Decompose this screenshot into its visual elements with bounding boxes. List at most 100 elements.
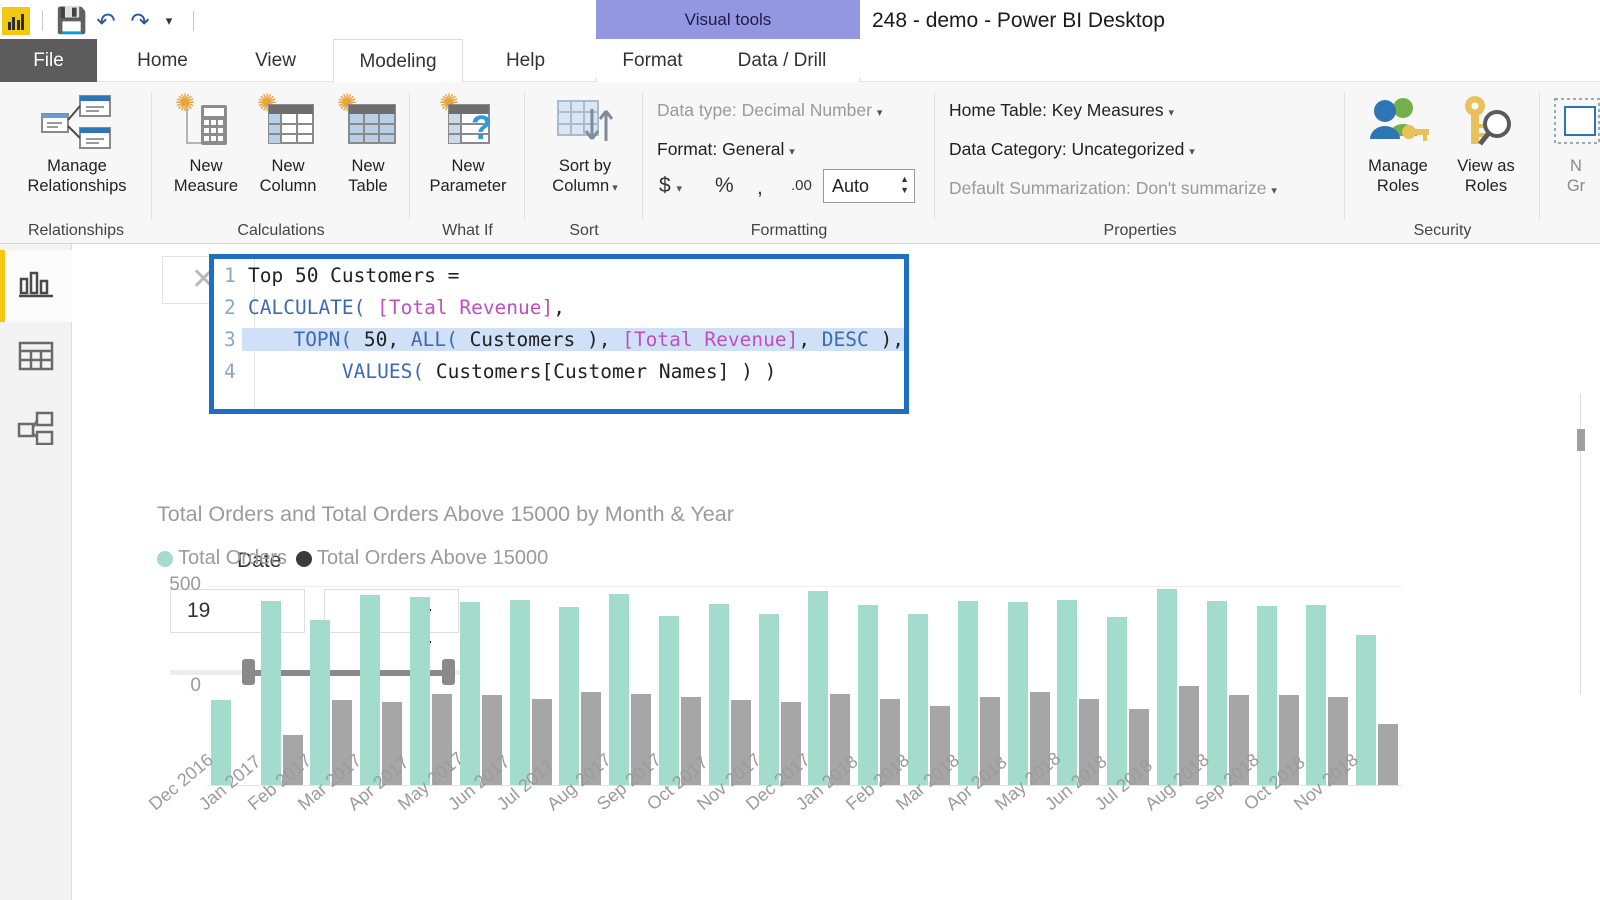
save-icon[interactable]: 💾 xyxy=(55,4,89,38)
chevron-down-icon[interactable]: ▾ xyxy=(1189,146,1195,158)
format-dropdown[interactable]: Format: General ▾ xyxy=(657,139,795,160)
ribbon-group-properties: Home Table: Key Measures ▾ Data Category… xyxy=(935,82,1345,244)
x-tick: Dec 2017 xyxy=(720,749,814,888)
tab-view[interactable]: View xyxy=(228,39,323,82)
chevron-down-icon[interactable]: ▾ xyxy=(1271,185,1277,197)
data-category-label: Data Category: Uncategorized xyxy=(949,139,1185,159)
chevron-down-icon[interactable]: ▾ xyxy=(789,146,795,158)
new-parameter-button[interactable]: ✺ ? New Parameter xyxy=(418,88,518,196)
bar[interactable] xyxy=(410,597,431,786)
new-group-button[interactable]: N Gr xyxy=(1546,88,1600,196)
tab-format[interactable]: Format xyxy=(600,39,705,82)
format-label: Format: General xyxy=(657,139,785,159)
tab-home[interactable]: Home xyxy=(110,39,215,82)
tab-file[interactable]: File xyxy=(0,39,97,82)
currency-format-button[interactable]: $ ▾ xyxy=(659,174,682,198)
dax-line[interactable]: 4 VALUES( Customers[Customer Names] ) ) xyxy=(214,355,904,387)
ng-line2: Gr xyxy=(1566,177,1586,195)
manage-relationships-icon xyxy=(10,88,144,156)
data-type-dropdown[interactable]: Data type: Decimal Number ▾ xyxy=(657,100,882,121)
sidebar-item-data-view[interactable] xyxy=(0,322,72,394)
quick-access-toolbar: 💾 ↶ ↷ ▾ xyxy=(0,0,206,42)
x-tick: Apr 2017 xyxy=(321,752,413,888)
x-tick: Jul 2017 xyxy=(471,755,558,888)
percent-format-button[interactable]: % xyxy=(715,174,734,198)
bar[interactable] xyxy=(360,594,381,786)
bar[interactable] xyxy=(310,619,331,786)
bar[interactable] xyxy=(1007,602,1028,786)
bar[interactable] xyxy=(1256,606,1277,786)
data-category-dropdown[interactable]: Data Category: Uncategorized ▾ xyxy=(949,139,1195,160)
thousands-separator-button[interactable]: , xyxy=(757,176,763,200)
bar-group[interactable] xyxy=(1103,586,1153,786)
x-tick: Jun 2018 xyxy=(1018,751,1111,888)
view-as-roles-icon xyxy=(1441,88,1531,156)
sidebar-item-report-view[interactable] xyxy=(0,250,72,322)
legend-item-total-orders[interactable]: Total Orders xyxy=(157,547,287,570)
bar-group[interactable] xyxy=(506,586,556,786)
bar[interactable] xyxy=(559,607,580,786)
default-summarization-dropdown[interactable]: Default Summarization: Don't summarize ▾ xyxy=(949,178,1277,199)
bar[interactable] xyxy=(1107,617,1128,786)
varole-line1: View as xyxy=(1457,157,1515,175)
customize-qat-icon[interactable]: ▾ xyxy=(157,4,181,38)
chevron-down-icon[interactable]: ▾ xyxy=(677,183,683,195)
scrollbar-thumb[interactable] xyxy=(1577,429,1585,451)
x-tick: Feb 2017 xyxy=(222,750,315,888)
bar[interactable] xyxy=(808,591,829,786)
dax-code: CALCULATE( [Total Revenue], xyxy=(248,295,566,319)
bar[interactable] xyxy=(609,593,630,786)
line-number: 1 xyxy=(224,263,236,287)
bar[interactable] xyxy=(708,603,729,786)
x-tick: Feb 2018 xyxy=(819,750,913,888)
undo-icon[interactable]: ↶ xyxy=(89,4,123,38)
ribbon-group-whatif: ✺ ? New Parameter What If xyxy=(410,82,525,244)
bar-group[interactable] xyxy=(1352,586,1402,786)
dax-formula-editor[interactable]: 1 Top 50 Customers = 2 CALCULATE( [Total Re… xyxy=(209,254,909,414)
redo-icon[interactable]: ↷ xyxy=(123,4,157,38)
bar[interactable] xyxy=(1378,723,1399,786)
tab-data-drill[interactable]: Data / Drill xyxy=(712,39,852,82)
mrole-line1: Manage xyxy=(1368,157,1428,175)
ribbon-group-relationships: Manage Relationships Relationships xyxy=(0,82,152,244)
bar[interactable] xyxy=(260,601,281,786)
decimal-places-button[interactable]: .00 xyxy=(791,177,812,194)
view-as-roles-button[interactable]: View as Roles xyxy=(1441,88,1531,196)
new-table-button[interactable]: ✺ New Table xyxy=(320,88,416,196)
view-switcher-rail xyxy=(0,244,72,900)
decimal-places-stepper[interactable]: Auto ▲ ▼ xyxy=(823,169,915,203)
bar[interactable] xyxy=(509,599,530,786)
sidebar-item-model-view[interactable] xyxy=(0,394,72,466)
group-label-security: Security xyxy=(1413,222,1472,239)
legend-label: Total Orders Above 15000 xyxy=(316,547,549,569)
sort-by-column-button[interactable]: Sort by Column ▾ xyxy=(535,88,635,198)
column-chart-visual[interactable]: Total Orders and Total Orders Above 1500… xyxy=(72,502,1402,900)
bar[interactable] xyxy=(957,601,978,786)
bar[interactable] xyxy=(908,613,929,786)
dax-line[interactable]: 1 Top 50 Customers = xyxy=(214,259,904,291)
bar[interactable] xyxy=(1206,601,1227,786)
bar[interactable] xyxy=(1306,604,1327,786)
chevron-down-icon[interactable]: ▾ xyxy=(609,182,618,194)
chevron-down-icon[interactable]: ▾ xyxy=(877,107,883,119)
model-relationships-icon xyxy=(17,411,55,450)
home-table-dropdown[interactable]: Home Table: Key Measures ▾ xyxy=(949,100,1174,121)
bar[interactable] xyxy=(858,604,879,786)
line-number: 3 xyxy=(224,327,236,351)
chevron-down-icon[interactable]: ▾ xyxy=(1169,107,1175,119)
bar[interactable] xyxy=(1157,588,1178,786)
x-tick: May 2018 xyxy=(969,748,1064,888)
tab-modeling[interactable]: Modeling xyxy=(333,39,463,82)
y-tick-500: 500 xyxy=(169,574,201,595)
dax-line[interactable]: 3 TOPN( 50, ALL( Customers ), [Total Rev… xyxy=(214,323,904,355)
stepper-arrows[interactable]: ▲ ▼ xyxy=(900,174,909,196)
dax-line[interactable]: 2 CALCULATE( [Total Revenue], xyxy=(214,291,904,323)
dax-code-lines: 1 Top 50 Customers = 2 CALCULATE( [Total Re… xyxy=(214,259,904,387)
legend-item-total-orders-above-15000[interactable]: Total Orders Above 15000 xyxy=(295,547,549,570)
manage-relationships-button[interactable]: Manage Relationships xyxy=(10,88,144,196)
new-parameter-icon: ✺ ? xyxy=(418,88,518,156)
manage-roles-button[interactable]: Manage Roles xyxy=(1353,88,1443,196)
group-label-properties: Properties xyxy=(1103,222,1177,239)
tab-help[interactable]: Help xyxy=(478,39,573,82)
vertical-scrollbar[interactable] xyxy=(1577,394,1585,694)
